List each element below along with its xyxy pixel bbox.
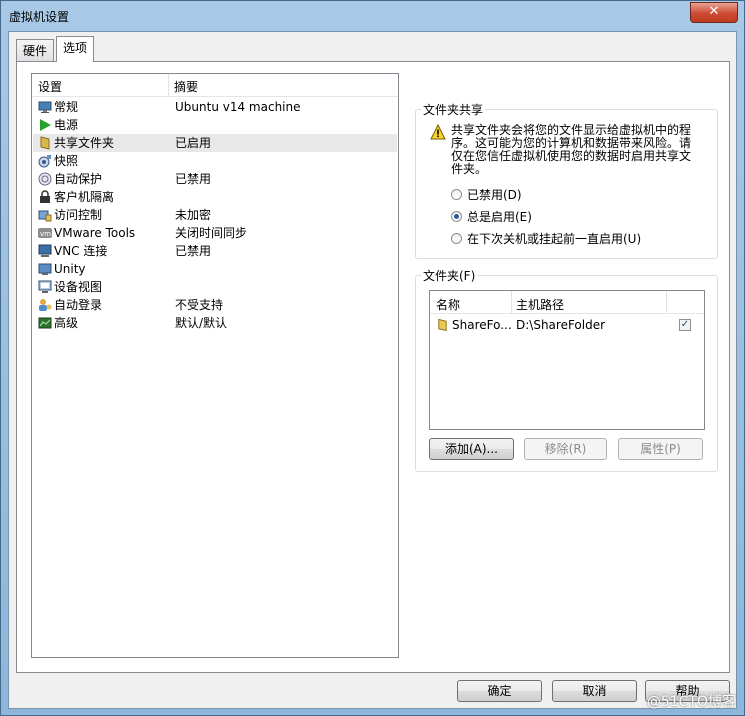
settings-row-power[interactable]: 电源 — [33, 116, 397, 134]
setting-summary: 未加密 — [175, 208, 212, 222]
settings-row-autologin[interactable]: 自动登录 不受支持 — [33, 296, 397, 314]
settings-row-snapshots[interactable]: 快照 — [33, 152, 397, 170]
setting-name: VNC 连接 — [54, 244, 108, 258]
setting-name: 自动保护 — [54, 172, 103, 186]
radio-label[interactable]: 在下次关机或挂起前一直启用(U) — [467, 231, 641, 247]
folders-list-header: 名称 主机路径 — [430, 291, 704, 314]
title-bar[interactable]: 虚拟机设置 ✕ — [1, 1, 744, 31]
setting-summary: 关闭时间同步 — [175, 226, 248, 240]
setting-name: Unity — [54, 262, 86, 276]
options-tab-panel: 设置 摘要 常规 Ubuntu v14 machine 电源 共享文件夹 已启用… — [16, 61, 730, 673]
snapshot-icon — [38, 155, 51, 168]
tab-options[interactable]: 选项 — [56, 36, 95, 62]
cancel-button[interactable]: 取消 — [552, 680, 637, 702]
setting-summary: 默认/默认 — [175, 316, 228, 330]
settings-row-autoprotect[interactable]: 自动保护 已禁用 — [33, 170, 397, 188]
lock-icon — [40, 190, 50, 203]
shared-folder-host-path: D:\ShareFolder — [516, 318, 606, 332]
dialog-client-area: 硬件 选项 设置 摘要 常规 Ubuntu v14 machine 电源 共享文… — [8, 31, 737, 709]
settings-list-header: 设置 摘要 — [32, 74, 398, 97]
shared-folder-name: ShareFo... — [452, 318, 512, 332]
watermark: @51CTO博客 — [646, 694, 736, 710]
tab-hardware[interactable]: 硬件 — [16, 39, 55, 61]
ok-button[interactable]: 确定 — [457, 680, 542, 702]
settings-row-vmware-tools[interactable]: vm VMware Tools 关闭时间同步 — [33, 224, 397, 242]
play-icon — [40, 119, 51, 131]
setting-name: 客户机隔离 — [54, 190, 115, 204]
setting-name: 高级 — [54, 316, 79, 330]
advanced-icon — [38, 317, 52, 329]
folder-sharing-group-title: 文件夹共享 — [421, 101, 486, 118]
svg-text:vm: vm — [40, 230, 51, 238]
column-separator[interactable] — [168, 74, 169, 96]
setting-name: 设备视图 — [54, 280, 103, 294]
settings-row-access-control[interactable]: 访问控制 未加密 — [33, 206, 397, 224]
monitor-icon — [38, 101, 52, 113]
settings-row-isolation[interactable]: 客户机隔离 — [33, 188, 397, 206]
autologin-icon — [39, 299, 52, 311]
radio-button[interactable] — [451, 211, 462, 222]
shared-folder-row[interactable]: ShareFo... D:\ShareFolder ✓ — [430, 315, 704, 335]
setting-summary: 已禁用 — [175, 244, 212, 258]
radio-button[interactable] — [451, 189, 462, 200]
column-separator[interactable] — [666, 291, 667, 313]
column-header-name[interactable]: 名称 — [436, 296, 460, 313]
setting-summary: 已禁用 — [175, 172, 212, 186]
settings-list[interactable]: 设置 摘要 常规 Ubuntu v14 machine 电源 共享文件夹 已启用… — [31, 73, 399, 658]
shared-folder-icon — [438, 318, 447, 332]
setting-summary: 已启用 — [175, 136, 212, 150]
remove-folder-button[interactable]: 移除(R) — [524, 438, 607, 460]
setting-name: 电源 — [54, 118, 79, 132]
settings-window: 虚拟机设置 ✕ 硬件 选项 设置 摘要 常规 Ubuntu v14 machin… — [0, 0, 745, 716]
shared-folders-list[interactable]: 名称 主机路径 ShareFo... D:\ShareFolder ✓ — [429, 290, 705, 430]
radio-label[interactable]: 总是启用(E) — [467, 209, 532, 225]
sharing-warning-text: 共享文件夹会将您的文件显示给虚拟机中的程序。这可能为您的计算机和数据带来风险。请… — [451, 123, 692, 176]
column-header-host-path[interactable]: 主机路径 — [516, 296, 564, 313]
setting-name: 快照 — [54, 154, 79, 168]
setting-name: VMware Tools — [54, 226, 136, 240]
autoprotect-icon — [38, 172, 52, 186]
add-folder-button[interactable]: 添加(A)... — [429, 438, 514, 460]
settings-row-vnc[interactable]: VNC 连接 已禁用 — [33, 242, 397, 260]
column-header-summary[interactable]: 摘要 — [174, 78, 198, 95]
shared-folder-icon — [40, 136, 50, 150]
folder-properties-button[interactable]: 属性(P) — [618, 438, 703, 460]
setting-name: 访问控制 — [54, 208, 103, 222]
radio-button[interactable] — [451, 233, 462, 244]
radio-label[interactable]: 已禁用(D) — [467, 187, 522, 203]
settings-row-general[interactable]: 常规 Ubuntu v14 machine — [33, 98, 397, 116]
access-control-icon — [38, 210, 52, 222]
setting-summary: Ubuntu v14 machine — [175, 100, 301, 114]
column-separator[interactable] — [511, 291, 512, 313]
warning-icon — [430, 124, 446, 140]
folders-group-title: 文件夹(F) — [421, 267, 478, 284]
close-button[interactable]: ✕ — [690, 2, 738, 23]
settings-row-unity[interactable]: Unity — [33, 260, 397, 278]
setting-name: 自动登录 — [54, 298, 103, 312]
unity-icon — [38, 263, 52, 275]
device-view-icon — [38, 280, 52, 293]
window-title: 虚拟机设置 — [9, 10, 70, 24]
folder-sharing-group: 文件夹共享 共享文件夹会将您的文件显示给虚拟机中的程序。这可能为您的计算机和数据… — [415, 101, 718, 259]
setting-name: 常规 — [54, 100, 79, 114]
column-header-setting[interactable]: 设置 — [38, 78, 62, 95]
vmware-tools-icon: vm — [38, 228, 52, 238]
settings-row-advanced[interactable]: 高级 默认/默认 — [33, 314, 397, 332]
setting-summary: 不受支持 — [175, 298, 224, 312]
setting-name: 共享文件夹 — [54, 136, 115, 150]
shared-folder-enabled-checkbox[interactable]: ✓ — [679, 319, 691, 331]
settings-row-device-view[interactable]: 设备视图 — [33, 278, 397, 296]
folders-group: 文件夹(F) 名称 主机路径 ShareFo... D:\ShareFolder… — [415, 267, 718, 472]
settings-row-shared-folders[interactable]: 共享文件夹 已启用 — [33, 134, 397, 152]
vnc-icon — [38, 244, 52, 257]
